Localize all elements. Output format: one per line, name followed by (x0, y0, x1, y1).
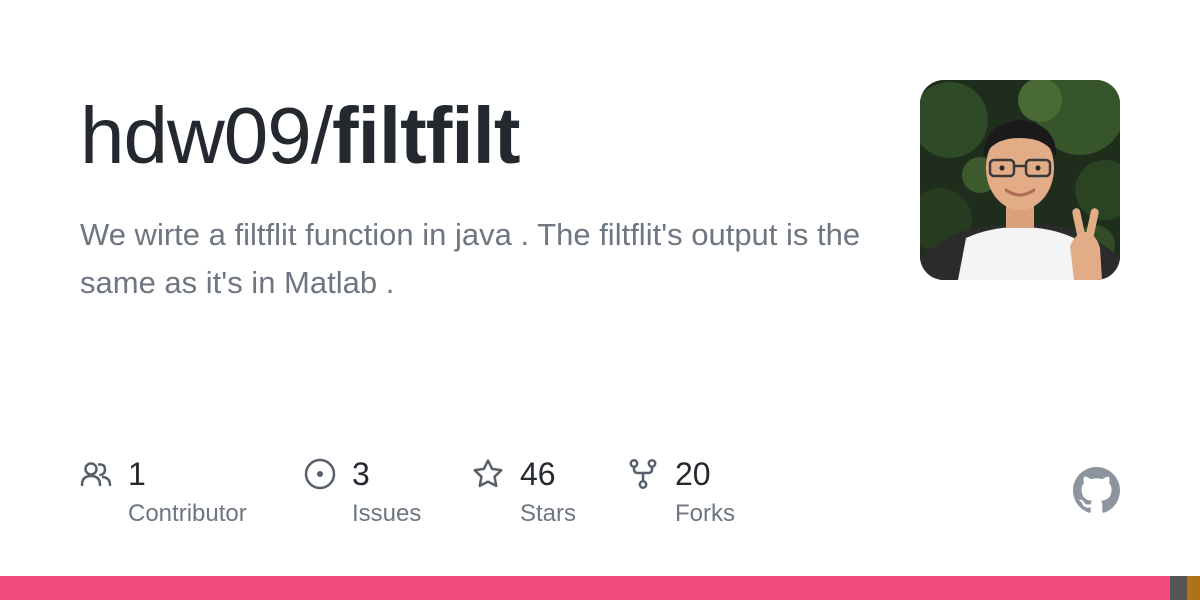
stat-count: 1 (128, 456, 146, 492)
github-logo-icon[interactable] (1073, 467, 1120, 514)
stat-label: Forks (675, 500, 735, 527)
stat-count: 3 (352, 456, 370, 492)
stat-label: Issues (352, 500, 422, 527)
repo-forked-icon (629, 459, 657, 489)
repo-name: filtfilt (331, 91, 520, 180)
stat-label: Contributor (128, 500, 247, 527)
stat-stars[interactable]: 46 Stars (472, 454, 612, 534)
stat-count: 20 (675, 456, 711, 492)
language-bar-segment (1170, 576, 1187, 600)
stat-count: 46 (520, 456, 556, 492)
issue-opened-icon (304, 458, 336, 490)
language-bar (0, 576, 1200, 600)
star-icon (473, 459, 503, 488)
stat-contributors[interactable]: 1 Contributor (80, 454, 280, 534)
repo-description: We wirte a filtflit function in java . T… (80, 217, 861, 300)
avatar-photo (920, 80, 1120, 280)
repo-title[interactable]: hdw09/filtfilt (80, 88, 520, 184)
owner-avatar[interactable] (920, 80, 1120, 280)
repo-owner: hdw09 (80, 91, 312, 180)
stat-label: Stars (520, 500, 577, 527)
stat-issues[interactable]: 3 Issues (304, 454, 454, 534)
language-bar-segment (1186, 576, 1200, 600)
people-icon (80, 462, 112, 487)
repo-separator: / (310, 91, 333, 180)
stat-forks[interactable]: 20 Forks (627, 454, 767, 534)
language-bar-segment (0, 576, 1170, 600)
repo-social-card: hdw09/filtfilt We wirte a filtflit funct… (0, 0, 1200, 600)
